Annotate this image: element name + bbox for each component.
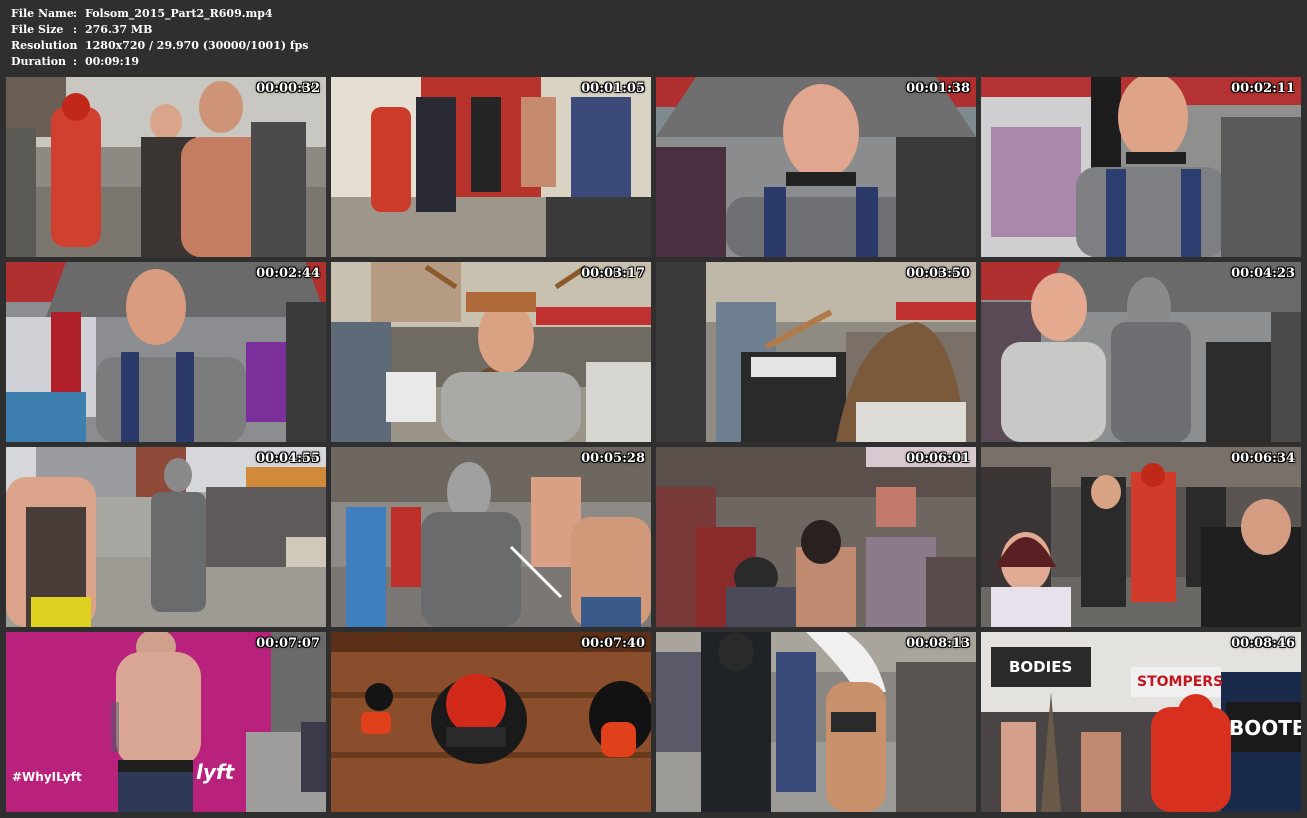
frame-image [981,77,1301,257]
timestamp: 00:07:40 [581,636,645,651]
frame-image [981,447,1301,627]
thumbnail-frame[interactable]: 00:03:50 [656,262,976,442]
thumbnail-frame[interactable]: 00:08:13 [656,632,976,812]
timestamp: 00:01:05 [581,81,645,96]
frame-image [6,77,326,257]
timestamp: 00:05:28 [581,451,645,466]
frame-image [6,447,326,627]
resolution-label: Resolution [11,39,78,52]
separator: : [73,39,78,52]
timestamp: 00:03:50 [906,266,970,281]
duration-value: 00:09:19 [85,55,140,68]
thumbnail-frame[interactable]: #WhyILyft lyft 00:07:07 [6,632,326,812]
thumbnail-frame[interactable]: 00:04:55 [6,447,326,627]
timestamp: 00:08:13 [906,636,970,651]
store-sign-stompers: STOMPERS [1137,674,1224,690]
timestamp: 00:01:38 [906,81,970,96]
timestamp: 00:02:11 [1231,81,1295,96]
store-sign-bootb: BOOTB [1229,716,1301,740]
frame-image [656,77,976,257]
timestamp: 00:06:01 [906,451,970,466]
timestamp: 00:02:44 [256,266,320,281]
frame-image [331,262,651,442]
timestamp: 00:04:55 [256,451,320,466]
thumbnail-frame[interactable]: 00:04:23 [981,262,1301,442]
resolution-value: 1280x720 / 29.970 (30000/1001) fps [85,39,309,52]
file-info-panel: File Name : Folsom_2015_Part2_R609.mp4 F… [11,6,309,70]
separator: : [73,7,78,20]
file-size-row: File Size : 276.37 MB [11,22,309,38]
thumbnail-frame[interactable]: 00:01:38 [656,77,976,257]
frame-image [331,632,651,812]
separator: : [73,55,78,68]
thumbnail-frame[interactable]: 00:06:01 [656,447,976,627]
separator: : [73,23,78,36]
frame-image [981,262,1301,442]
frame-image [6,632,326,812]
thumbnail-grid: 00:00:32 00:01:05 00:01:38 00:02:11 00:0… [6,77,1301,812]
frame-image [656,262,976,442]
store-sign-bodies: BODIES [1009,658,1073,676]
timestamp: 00:08:46 [1231,636,1295,651]
file-name-label: File Name [11,7,74,20]
frame-image [331,77,651,257]
timestamp: 00:04:23 [1231,266,1295,281]
timestamp: 00:03:17 [581,266,645,281]
file-size-label: File Size [11,23,64,36]
timestamp: 00:00:32 [256,81,320,96]
file-name-row: File Name : Folsom_2015_Part2_R609.mp4 [11,6,309,22]
timestamp: 00:06:34 [1231,451,1295,466]
frame-image [6,262,326,442]
frame-image [331,447,651,627]
file-name-value: Folsom_2015_Part2_R609.mp4 [85,7,273,20]
thumbnail-frame[interactable]: 00:03:17 [331,262,651,442]
thumbnail-frame[interactable]: 00:02:11 [981,77,1301,257]
thumbnail-frame[interactable]: 00:05:28 [331,447,651,627]
thumbnail-frame[interactable]: 00:06:34 [981,447,1301,627]
duration-row: Duration : 00:09:19 [11,54,309,70]
timestamp: 00:07:07 [256,636,320,651]
thumbnail-frame[interactable]: BODIES STOMPERS BOOTB 00:08:46 [981,632,1301,812]
frame-image [656,632,976,812]
thumbnail-frame[interactable]: 00:07:40 [331,632,651,812]
frame-image [656,447,976,627]
thumbnail-frame[interactable]: 00:00:32 [6,77,326,257]
file-size-value: 276.37 MB [85,23,153,36]
lyft-logo-sign: lyft [196,760,235,784]
duration-label: Duration [11,55,67,68]
thumbnail-frame[interactable]: 00:02:44 [6,262,326,442]
thumbnail-frame[interactable]: 00:01:05 [331,77,651,257]
lyft-hashtag-sign: #WhyILyft [12,770,82,784]
resolution-row: Resolution : 1280x720 / 29.970 (30000/10… [11,38,309,54]
